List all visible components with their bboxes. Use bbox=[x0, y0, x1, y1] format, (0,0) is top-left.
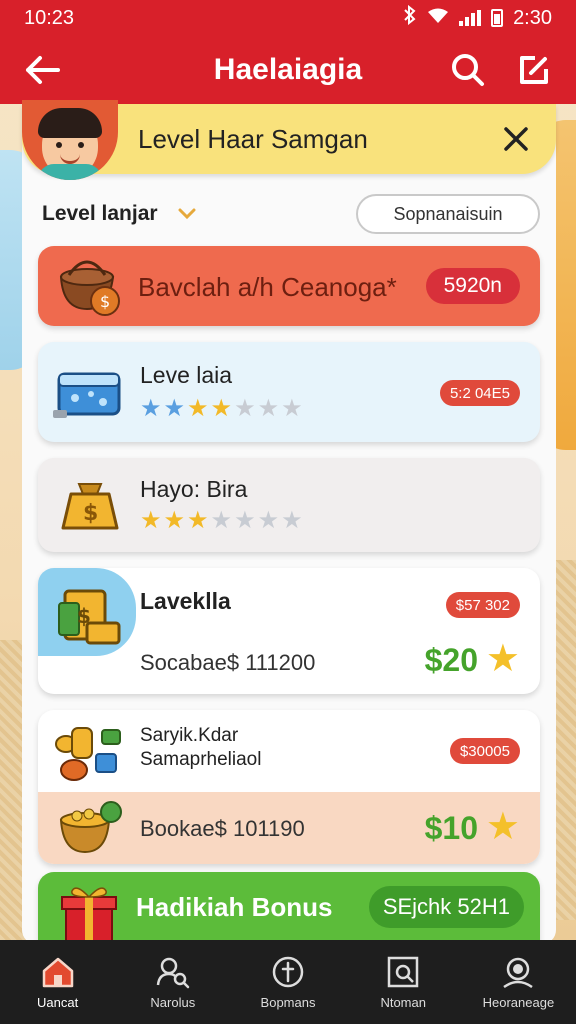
item-lower-section: Bookae$ 101190 $10 ★ bbox=[38, 792, 540, 864]
coin-basket-icon bbox=[50, 798, 130, 858]
price-badge: 5:2 04E5 bbox=[439, 380, 520, 406]
search-icon bbox=[452, 54, 484, 86]
nav-item-home[interactable]: Uancat bbox=[0, 940, 115, 1024]
battery-icon bbox=[491, 9, 504, 27]
avatar bbox=[22, 100, 118, 180]
list-item[interactable]: $ Laveklla $57 302 Socabae$ 111200 $20 ★ bbox=[38, 568, 540, 694]
reward-amount: $20 bbox=[424, 642, 478, 678]
item-subtitle: Bookae$ 101190 bbox=[140, 816, 305, 841]
status-time: 10:23 bbox=[24, 6, 75, 29]
nav-label: Bopmans bbox=[260, 994, 316, 1010]
money-bag-icon: $ bbox=[50, 472, 130, 538]
filter-label[interactable]: Level lanjar bbox=[42, 202, 158, 226]
nav-item-gallery[interactable]: Ntoman bbox=[346, 940, 461, 1024]
rating-stars: ★ ★ ★ ★ ★ ★ ★ bbox=[140, 395, 303, 422]
banner-title: Level Haar Samgan bbox=[138, 123, 368, 154]
item-subtitle: Socabae$ 111200 bbox=[140, 650, 316, 675]
list-item[interactable]: Saryik.Kdar Samaprheliaol $30005 Bookae$… bbox=[38, 710, 540, 864]
level-banner: Level Haar Samgan bbox=[22, 100, 556, 180]
star-icon: ★ bbox=[485, 638, 520, 680]
price-badge: $57 302 bbox=[445, 592, 520, 618]
edit-button[interactable] bbox=[512, 48, 556, 92]
list-item[interactable]: $ Hayo: Bira ★ ★ ★ ★ ★ ★ ★ bbox=[38, 458, 540, 552]
nav-label: Uancat bbox=[37, 994, 79, 1010]
battery-time: 2:30 bbox=[513, 6, 552, 29]
photo-frame-icon bbox=[387, 956, 419, 987]
star-icon: ★ bbox=[485, 806, 520, 848]
app-bar: Haelaiagia bbox=[0, 36, 576, 104]
nav-label: Ntoman bbox=[380, 994, 426, 1010]
basket-coin-icon: $ bbox=[50, 254, 130, 318]
gift-icon bbox=[50, 880, 130, 944]
reward-amount: $10 bbox=[424, 810, 478, 846]
profile-icon bbox=[503, 957, 534, 988]
search-button[interactable] bbox=[446, 48, 490, 92]
list-item[interactable]: $ Bavclah a/h Ceanoga* 5920n bbox=[38, 246, 540, 326]
edit-icon bbox=[520, 56, 548, 84]
status-bar: 10:23 2:30 bbox=[0, 0, 576, 36]
back-arrow-icon bbox=[26, 56, 60, 84]
status-icons: 2:30 bbox=[403, 4, 552, 31]
chevron-down-icon[interactable] bbox=[178, 204, 196, 225]
nav-item-profile[interactable]: Heoraneage bbox=[461, 940, 576, 1024]
nav-item-search[interactable]: Narolus bbox=[115, 940, 230, 1024]
svg-text:$: $ bbox=[83, 501, 98, 526]
filter-button[interactable]: Sopnanaisuin bbox=[356, 194, 540, 234]
price-badge: 5920n bbox=[425, 268, 520, 304]
signal-icon bbox=[459, 10, 482, 26]
bonus-chip[interactable]: SEjchk 52H1 bbox=[368, 886, 524, 928]
bonus-banner[interactable]: Hadikiah Bonus SEjchk 52H1 bbox=[38, 872, 540, 944]
cash-stack-icon: $ bbox=[50, 582, 130, 652]
user-search-icon bbox=[156, 957, 190, 988]
item-title: Leve laia bbox=[140, 362, 233, 388]
nav-label: Heoraneage bbox=[482, 994, 555, 1010]
coins-icon bbox=[50, 718, 130, 788]
bottom-nav: Uancat Narolus Bopmans Ntoman Heoraneage bbox=[0, 940, 576, 1024]
close-button[interactable] bbox=[496, 119, 536, 159]
svg-text:$: $ bbox=[100, 292, 110, 311]
close-icon bbox=[504, 127, 528, 151]
bonus-title: Hadikiah Bonus bbox=[136, 892, 333, 922]
svg-text:$: $ bbox=[77, 604, 91, 628]
list-item[interactable]: Leve laia ★ ★ ★ ★ ★ ★ ★ 5:2 04E5 bbox=[38, 342, 540, 442]
nav-label: Narolus bbox=[150, 994, 196, 1010]
item-title: Hayo: Bira bbox=[140, 476, 248, 502]
item-title: Bavclah a/h Ceanoga* bbox=[138, 272, 397, 302]
water-tank-icon bbox=[50, 360, 130, 424]
item-title: Laveklla bbox=[140, 588, 231, 614]
nav-item-explore[interactable]: Bopmans bbox=[230, 940, 345, 1024]
back-button[interactable] bbox=[20, 48, 64, 92]
price-badge: $30005 bbox=[449, 738, 520, 764]
compass-icon bbox=[272, 956, 304, 987]
item-title: Saryik.Kdar Samaprheliaol bbox=[140, 725, 262, 770]
rating-stars: ★ ★ ★ ★ ★ ★ ★ bbox=[140, 507, 303, 534]
home-icon bbox=[42, 957, 73, 987]
wifi-icon bbox=[427, 7, 449, 30]
bluetooth-icon bbox=[403, 4, 417, 31]
